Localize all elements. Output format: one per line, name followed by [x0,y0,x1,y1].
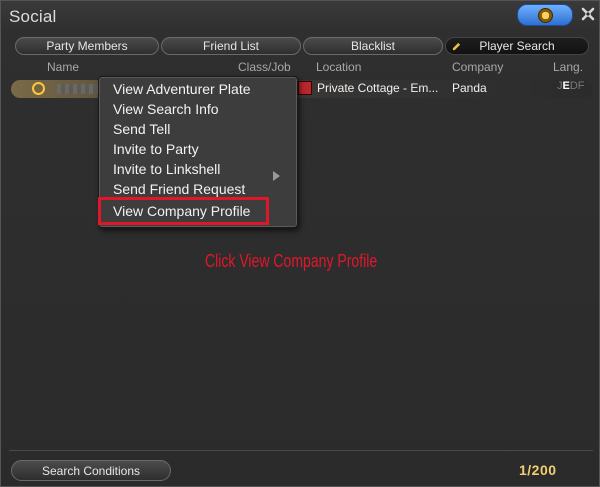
pencil-icon [452,42,461,51]
tab-label: Party Members [46,39,128,53]
lang-f: F [577,80,585,92]
search-conditions-label: Search Conditions [41,463,141,478]
row-location: Private Cottage - Em... [317,81,439,95]
company-crest-icon [537,7,553,23]
submenu-arrow-icon [273,171,280,181]
window-title: Social [9,7,57,26]
tab-label: Friend List [202,39,260,53]
close-icon[interactable] [579,5,597,23]
lang-d: D [569,80,578,92]
tab-label: Blacklist [350,39,395,53]
column-name[interactable]: Name [47,60,79,74]
menu-view-search-info[interactable]: View Search Info [113,101,219,121]
footer-divider [9,450,593,451]
menu-send-tell[interactable]: Send Tell [113,121,170,141]
online-status-icon [32,82,45,95]
title-crest-button[interactable] [517,4,573,26]
social-window: Social Party Members Friend List Blackli… [0,0,600,487]
column-company[interactable]: Company [452,60,503,74]
highlight-box [98,197,269,225]
menu-view-adventurer-plate[interactable]: View Adventurer Plate [113,81,251,101]
tab-friend-list[interactable]: Friend List [161,37,301,55]
column-location[interactable]: Location [316,60,361,74]
row-company: Panda [452,81,487,95]
row-languages: JEDF [557,80,585,92]
menu-invite-to-party[interactable]: Invite to Party [113,141,199,161]
tab-blacklist[interactable]: Blacklist [303,37,443,55]
column-lang[interactable]: Lang. [553,60,583,74]
menu-invite-to-linkshell[interactable]: Invite to Linkshell [113,161,220,181]
house-icon [298,81,312,95]
page-counter: 1/200 [519,462,557,478]
column-headers: Name Class/Job Location Company Lang. [1,59,600,75]
tab-label: Player Search [479,39,555,53]
search-conditions-button[interactable]: Search Conditions [11,460,171,481]
column-class-job[interactable]: Class/Job [238,60,291,74]
tab-player-search[interactable]: Player Search [445,37,589,55]
instruction-annotation: Click View Company Profile [205,251,378,271]
tab-party-members[interactable]: Party Members [15,37,159,55]
lang-e: E [562,80,570,92]
tab-bar: Party Members Friend List Blacklist Play… [15,37,589,57]
